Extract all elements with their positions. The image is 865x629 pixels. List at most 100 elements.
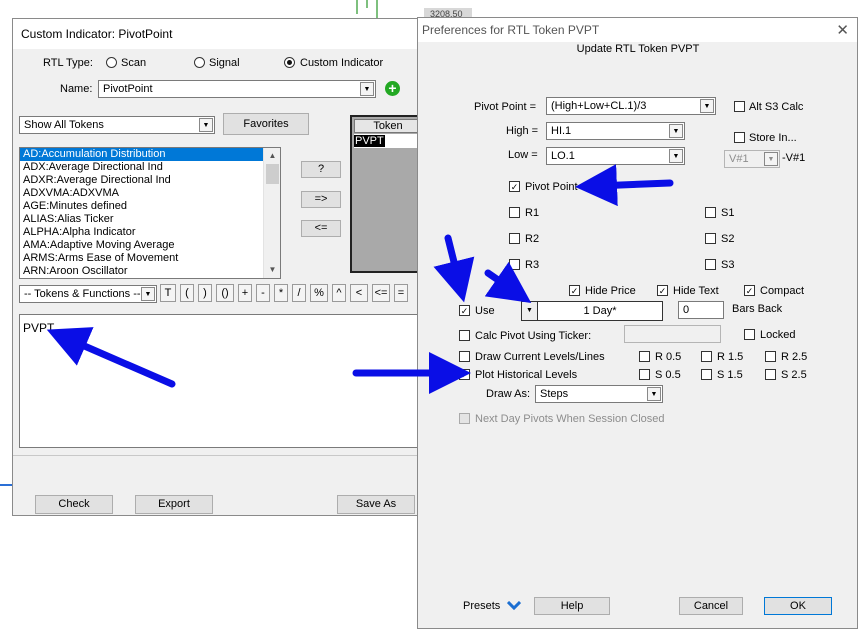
list-item[interactable]: AGE:Minutes defined xyxy=(20,200,280,213)
operator-button[interactable]: + xyxy=(238,284,252,302)
draw-as-value: Steps xyxy=(540,388,569,400)
draw-as-select[interactable]: Steps ▼ xyxy=(535,385,663,403)
chevron-down-icon[interactable]: ▼ xyxy=(522,302,538,320)
name-combo[interactable]: PivotPoint ▼ xyxy=(98,80,376,98)
info-button[interactable]: ? xyxy=(301,161,341,178)
plot-historical-checkbox[interactable]: ✓ xyxy=(459,369,470,380)
chevron-down-icon[interactable]: ▼ xyxy=(360,82,374,96)
s3-checkbox[interactable] xyxy=(705,259,716,270)
radio-signal[interactable] xyxy=(194,57,205,68)
compact-checkbox[interactable]: ✓ xyxy=(744,285,755,296)
r2-checkbox[interactable] xyxy=(509,233,520,244)
s25-checkbox[interactable] xyxy=(765,369,776,380)
add-token-button[interactable]: => xyxy=(301,191,341,208)
operator-button[interactable]: % xyxy=(310,284,328,302)
operator-button[interactable]: = xyxy=(394,284,408,302)
radio-scan[interactable] xyxy=(106,57,117,68)
chevron-down-icon[interactable] xyxy=(507,601,521,611)
radio-scan-label: Scan xyxy=(121,57,147,69)
s1-checkbox[interactable] xyxy=(705,207,716,218)
calc-pivot-ticker-input[interactable] xyxy=(624,325,721,343)
r25-checkbox[interactable] xyxy=(765,351,776,362)
formula-editor[interactable]: PVPT xyxy=(19,314,425,448)
favorites-button[interactable]: Favorites xyxy=(223,113,309,135)
ok-button[interactable]: OK xyxy=(764,597,832,615)
next-day-checkbox[interactable] xyxy=(459,413,470,424)
r3-checkbox[interactable] xyxy=(509,259,520,270)
check-button[interactable]: Check xyxy=(35,495,113,514)
operator-button[interactable]: T xyxy=(160,284,176,302)
bars-back-input[interactable]: 0 xyxy=(678,301,724,319)
scroll-up-icon[interactable]: ▲ xyxy=(264,148,280,164)
help-button[interactable]: Help xyxy=(534,597,610,615)
chevron-down-icon[interactable]: ▼ xyxy=(764,152,778,166)
chevron-down-icon[interactable]: ▼ xyxy=(669,149,683,163)
token-listbox[interactable]: AD:Accumulation Distribution ADX:Average … xyxy=(19,147,281,279)
scroll-thumb[interactable] xyxy=(266,164,279,184)
operator-button[interactable]: / xyxy=(292,284,306,302)
rtl-type-label: RTL Type: xyxy=(43,57,93,69)
operator-button[interactable]: - xyxy=(256,284,270,302)
chevron-down-icon[interactable]: ▼ xyxy=(647,387,661,401)
token-list-scrollbar[interactable]: ▲ ▼ xyxy=(263,148,280,278)
add-icon[interactable]: + xyxy=(385,81,400,96)
tokens-filter-select[interactable]: Show All Tokens ▼ xyxy=(19,116,215,134)
chevron-down-icon[interactable]: ▼ xyxy=(700,99,714,113)
hide-price-checkbox[interactable]: ✓ xyxy=(569,285,580,296)
use-checkbox[interactable]: ✓ xyxy=(459,305,470,316)
s2-checkbox[interactable] xyxy=(705,233,716,244)
draw-current-checkbox[interactable] xyxy=(459,351,470,362)
operator-button[interactable]: ( xyxy=(180,284,194,302)
name-label: Name: xyxy=(60,83,93,95)
s15-checkbox[interactable] xyxy=(701,369,712,380)
list-item[interactable]: ALIAS:Alias Ticker xyxy=(20,213,280,226)
cancel-button[interactable]: Cancel xyxy=(679,597,743,615)
store-in-value: V#1 xyxy=(729,153,749,165)
operator-button[interactable]: * xyxy=(274,284,288,302)
alt-s3-checkbox[interactable] xyxy=(734,101,745,112)
store-in-select[interactable]: V#1 ▼ xyxy=(724,150,780,168)
operator-button[interactable]: < xyxy=(350,284,368,302)
low-select[interactable]: LO.1 ▼ xyxy=(546,147,685,165)
hide-text-checkbox[interactable]: ✓ xyxy=(657,285,668,296)
list-item[interactable]: ARN:Aroon Oscillator xyxy=(20,265,280,278)
radio-custom-indicator[interactable] xyxy=(284,57,295,68)
operator-button[interactable]: () xyxy=(216,284,234,302)
hide-price-label: Hide Price xyxy=(585,285,636,297)
close-icon[interactable]: ✕ xyxy=(836,21,849,39)
s05-checkbox[interactable] xyxy=(639,369,650,380)
pivot-point-checkbox[interactable]: ✓ xyxy=(509,181,520,192)
chevron-down-icon[interactable]: ▼ xyxy=(199,118,213,132)
operator-button[interactable]: ^ xyxy=(332,284,346,302)
list-item[interactable]: ALPHA:Alpha Indicator xyxy=(20,226,280,239)
r15-checkbox[interactable] xyxy=(701,351,712,362)
scroll-down-icon[interactable]: ▼ xyxy=(264,262,280,278)
list-item[interactable]: AD:Accumulation Distribution xyxy=(20,148,280,161)
list-item[interactable]: ARMS:Arms Ease of Movement xyxy=(20,252,280,265)
operator-button[interactable]: <= xyxy=(372,284,390,302)
r05-checkbox[interactable] xyxy=(639,351,650,362)
token-row[interactable]: PVPT xyxy=(354,134,422,148)
period-select[interactable]: ▼ 1 Day* xyxy=(521,301,663,321)
high-label: High = xyxy=(506,125,539,137)
locked-checkbox[interactable] xyxy=(744,329,755,340)
pivot-point-select[interactable]: (High+Low+CL.1)/3 ▼ xyxy=(546,97,716,115)
list-item[interactable]: ADXR:Average Directional Ind xyxy=(20,174,280,187)
export-button[interactable]: Export xyxy=(135,495,213,514)
functions-select[interactable]: -- Tokens & Functions -- ▼ xyxy=(19,285,157,303)
remove-token-button[interactable]: <= xyxy=(301,220,341,237)
high-select[interactable]: HI.1 ▼ xyxy=(546,122,685,140)
chevron-down-icon[interactable]: ▼ xyxy=(669,124,683,138)
calc-pivot-checkbox[interactable] xyxy=(459,330,470,341)
list-item[interactable]: AMA:Adaptive Moving Average xyxy=(20,239,280,252)
r1-checkbox[interactable] xyxy=(509,207,520,218)
operator-button[interactable]: ) xyxy=(198,284,212,302)
locked-label: Locked xyxy=(760,329,796,341)
list-item[interactable]: ADXVMA:ADXVMA xyxy=(20,187,280,200)
list-item[interactable]: ADX:Average Directional Ind xyxy=(20,161,280,174)
presets-label[interactable]: Presets xyxy=(463,600,500,612)
window-title: Preferences for RTL Token PVPT xyxy=(418,18,857,42)
store-in-checkbox[interactable] xyxy=(734,132,745,143)
chevron-down-icon[interactable]: ▼ xyxy=(141,287,155,301)
save-as-button[interactable]: Save As xyxy=(337,495,415,514)
